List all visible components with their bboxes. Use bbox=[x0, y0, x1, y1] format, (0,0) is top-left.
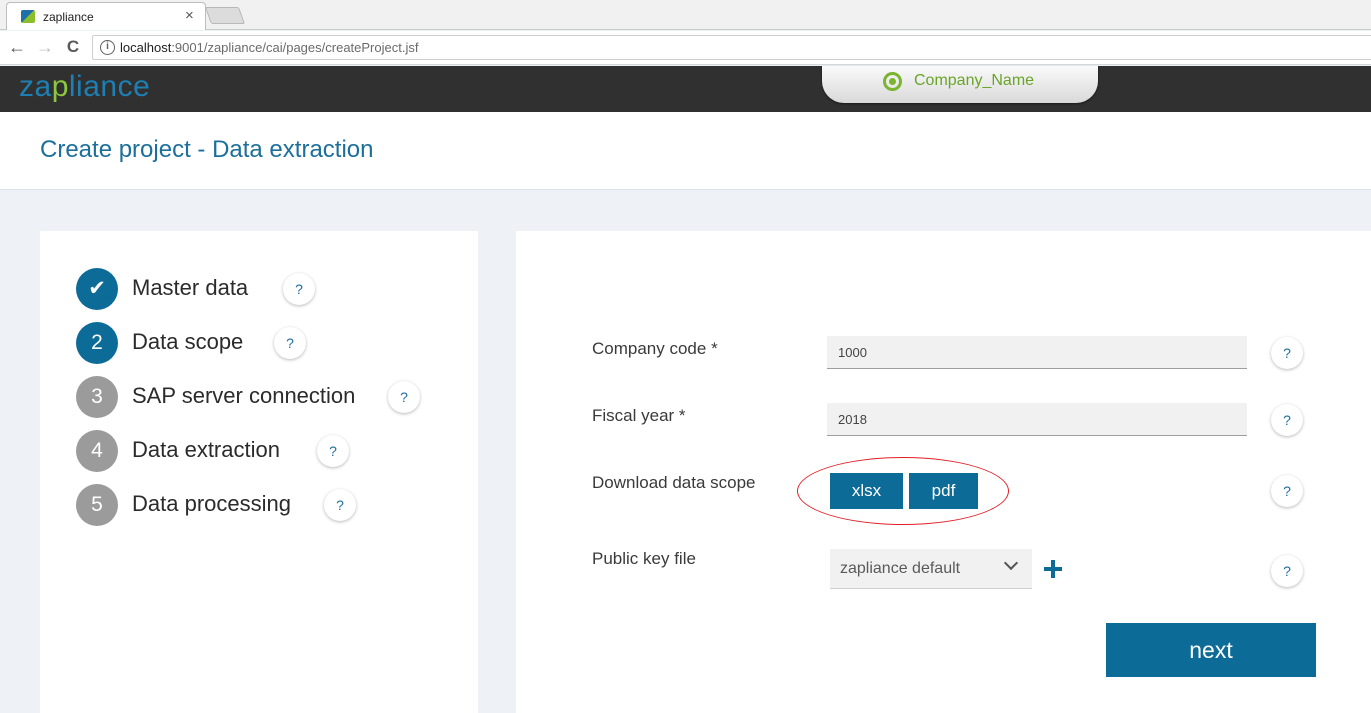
browser-tab[interactable]: zapliance × bbox=[6, 2, 206, 30]
logo-text-accent: p bbox=[51, 70, 69, 103]
step-label: Data scope bbox=[132, 329, 244, 354]
form-panel: Company code * ? Fiscal year * ? Downloa… bbox=[516, 231, 1371, 713]
fiscal-year-input[interactable] bbox=[827, 403, 1247, 436]
step-sap-server-connection[interactable]: 3 SAP server connection ? bbox=[76, 376, 466, 418]
back-arrow-icon[interactable]: ← bbox=[6, 36, 28, 58]
help-icon[interactable]: ? bbox=[388, 381, 420, 413]
url-path: :9001/zapliance/cai/pages/createProject.… bbox=[171, 40, 419, 55]
public-key-file-label: Public key file bbox=[592, 549, 696, 568]
step-number: 3 bbox=[76, 376, 118, 418]
forward-arrow-icon[interactable]: → bbox=[34, 36, 56, 58]
plus-icon[interactable] bbox=[1043, 559, 1063, 579]
url-text: localhost:9001/zapliance/cai/pages/creat… bbox=[120, 40, 418, 55]
help-icon[interactable]: ? bbox=[1271, 475, 1303, 507]
help-icon[interactable]: ? bbox=[1271, 337, 1303, 369]
step-data-processing[interactable]: 5 Data processing ? bbox=[76, 484, 466, 526]
logo-text-part: za bbox=[19, 70, 52, 103]
help-icon[interactable]: ? bbox=[317, 435, 349, 467]
next-button[interactable]: next bbox=[1106, 623, 1316, 677]
step-label: SAP server connection bbox=[132, 383, 356, 408]
company-logo-icon bbox=[883, 72, 902, 91]
zapliance-favicon-icon bbox=[21, 10, 35, 23]
step-data-scope[interactable]: 2 Data scope ? bbox=[76, 322, 466, 364]
step-number: 4 bbox=[76, 430, 118, 472]
public-key-selected-value: zapliance default bbox=[840, 560, 961, 577]
step-label: Data processing bbox=[132, 491, 291, 516]
download-data-scope-label: Download data scope bbox=[592, 473, 756, 492]
info-icon[interactable]: i bbox=[100, 40, 115, 55]
step-label: Master data bbox=[132, 275, 249, 300]
chevron-down-icon bbox=[1003, 555, 1019, 571]
logo-text-part: liance bbox=[68, 70, 151, 103]
step-data-extraction[interactable]: 4 Data extraction ? bbox=[76, 430, 466, 472]
help-icon[interactable]: ? bbox=[324, 489, 356, 521]
company-name: Company_Name bbox=[914, 72, 1035, 89]
help-icon[interactable]: ? bbox=[1271, 404, 1303, 436]
step-master-data[interactable]: ✔ Master data ? bbox=[76, 268, 466, 310]
tab-title: zapliance bbox=[43, 10, 94, 24]
company-code-label: Company code * bbox=[592, 339, 718, 358]
help-icon[interactable]: ? bbox=[1271, 555, 1303, 587]
fiscal-year-label: Fiscal year * bbox=[592, 406, 686, 425]
steps-panel: ✔ Master data ? 2 Data scope ? 3 SAP ser… bbox=[40, 231, 478, 713]
address-bar[interactable]: i localhost:9001/zapliance/cai/pages/cre… bbox=[92, 35, 1371, 60]
step-number: 5 bbox=[76, 484, 118, 526]
help-icon[interactable]: ? bbox=[274, 327, 306, 359]
title-band: Create project - Data extraction bbox=[0, 112, 1371, 190]
checkmark-icon: ✔ bbox=[76, 268, 118, 310]
step-label: Data extraction bbox=[132, 437, 280, 462]
page-title: Create project - Data extraction bbox=[40, 136, 374, 163]
company-code-input[interactable] bbox=[827, 336, 1247, 369]
app-header: zapliance Company_Name bbox=[0, 66, 1371, 112]
public-key-select[interactable]: zapliance default bbox=[830, 549, 1032, 589]
step-number: 2 bbox=[76, 322, 118, 364]
red-highlight-annotation bbox=[797, 457, 1009, 525]
help-icon[interactable]: ? bbox=[283, 273, 315, 305]
browser-toolbar: ← → C i localhost:9001/zapliance/cai/pag… bbox=[0, 31, 1371, 65]
close-icon[interactable]: × bbox=[185, 7, 194, 24]
url-host: localhost bbox=[120, 40, 172, 55]
browser-tabbar: zapliance × bbox=[0, 0, 1371, 30]
reload-icon[interactable]: C bbox=[62, 36, 84, 58]
zapliance-logo[interactable]: zapliance bbox=[19, 70, 150, 104]
new-tab-button[interactable] bbox=[204, 7, 246, 24]
company-selector[interactable]: Company_Name bbox=[822, 66, 1098, 103]
